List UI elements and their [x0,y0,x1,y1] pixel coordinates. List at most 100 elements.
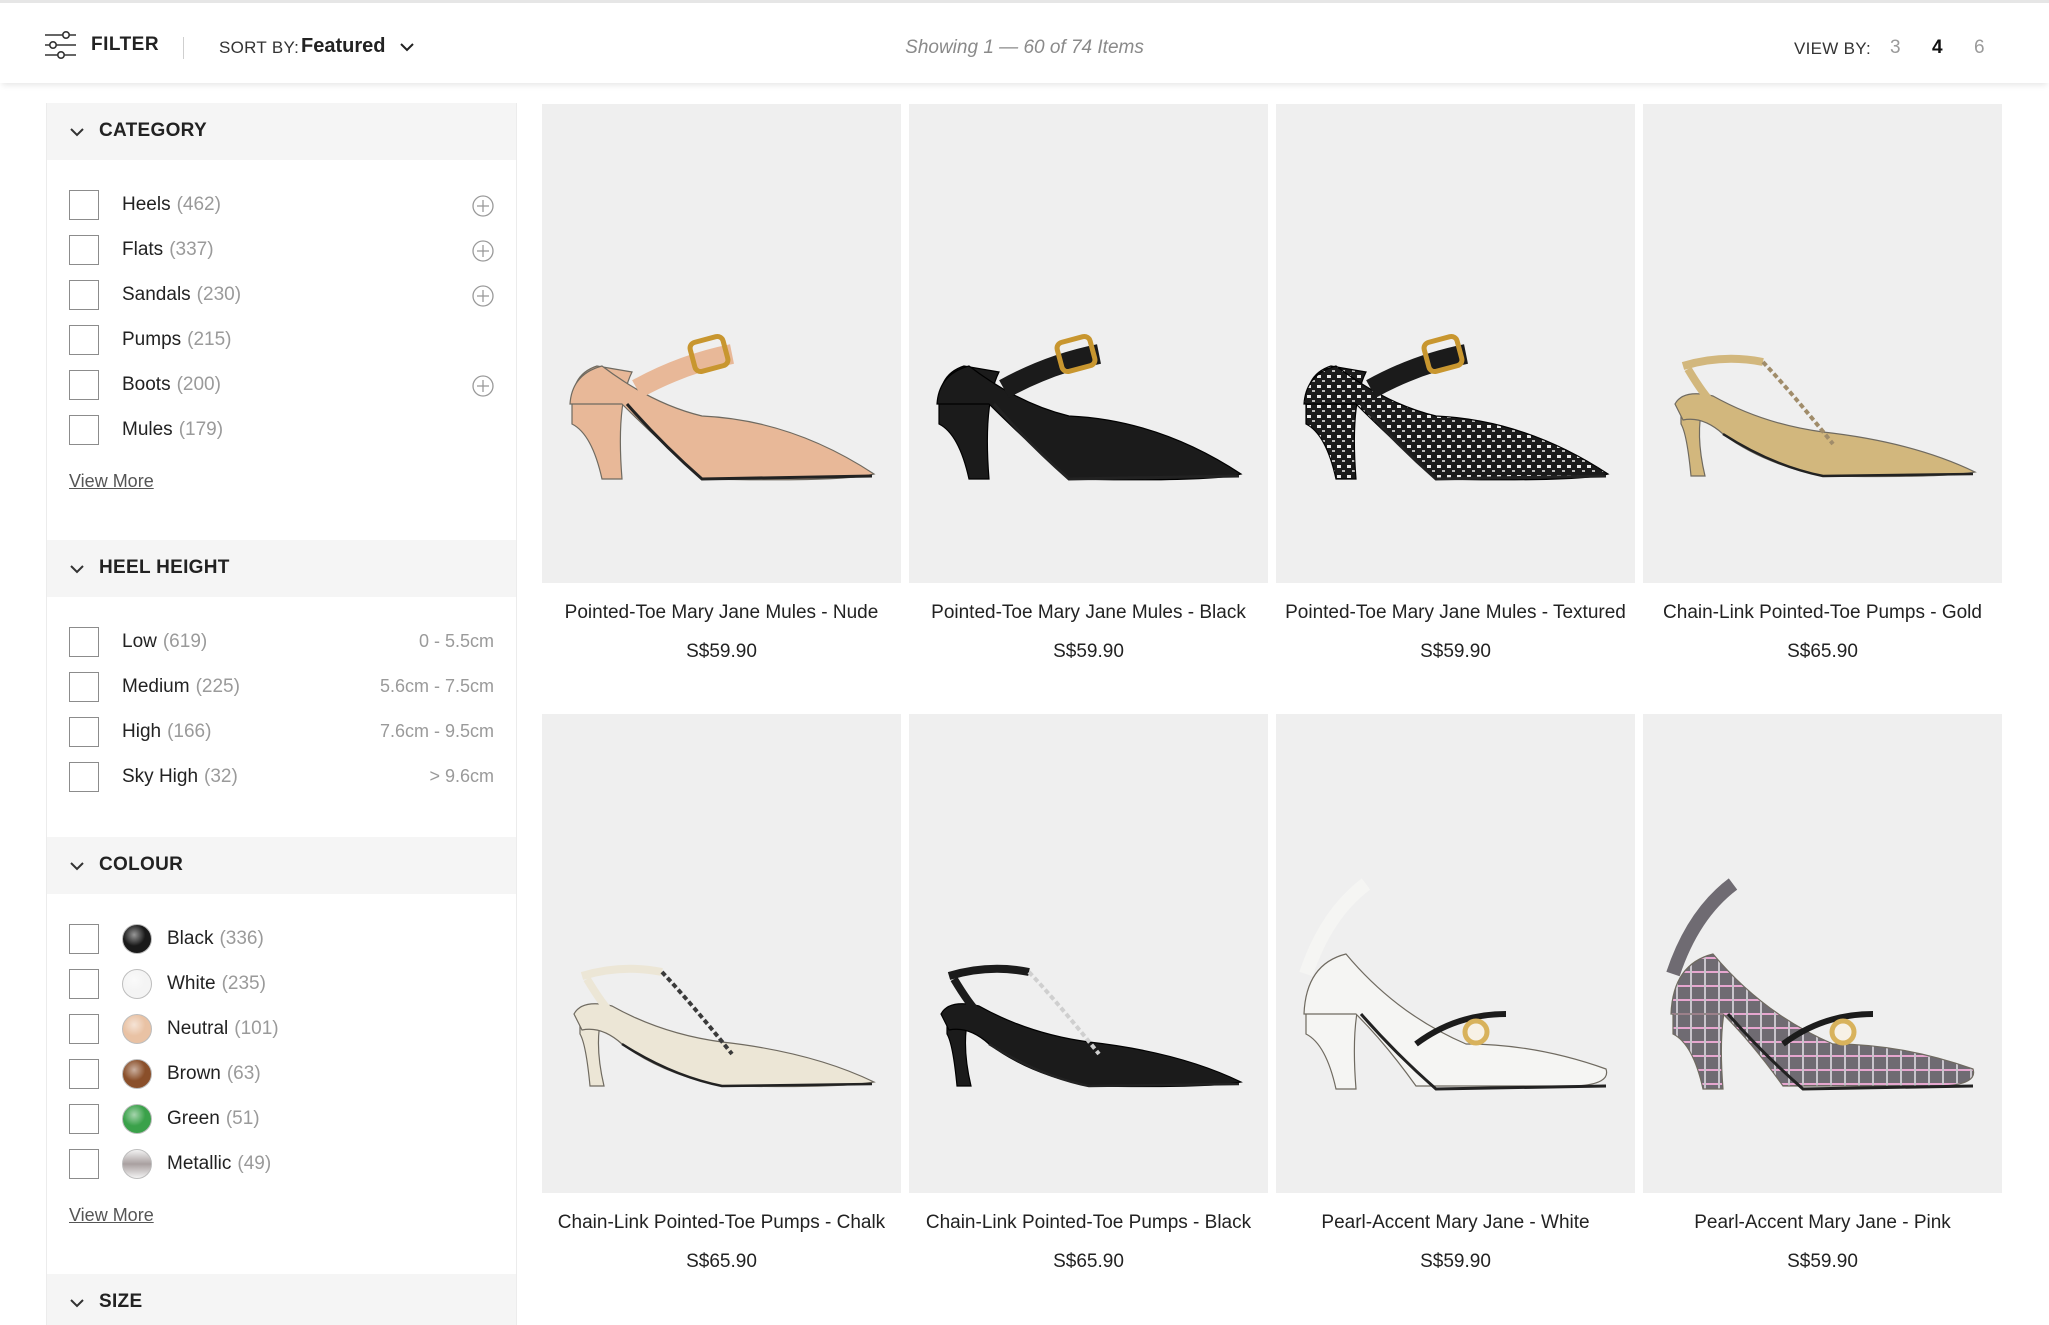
shoe-illustration [1299,878,1608,1091]
top-toolbar: FILTER SORT BY: Featured Showing 1 — 60 … [0,0,2049,83]
heel-option-sky-high: Sky High (32) > 9.6cm [47,761,516,793]
filter-sidebar: CATEGORY Heels (462) Flats (337) Sandals (2… [46,103,517,1325]
view-4-columns-button[interactable]: 4 [1932,37,1943,59]
colour-option-black: Black (336) [47,923,516,955]
product-price: S$65.90 [1787,641,1858,662]
ankle-strap [1681,354,1764,370]
product-image[interactable] [542,714,901,1193]
shoe-illustration [940,964,1243,1088]
heel-option-high: High (166) 7.6cm - 9.5cm [47,716,516,748]
view-by-label: VIEW BY: [1794,39,1872,58]
category-section-header[interactable]: CATEGORY [47,103,516,160]
shoe-illustration [936,333,1243,481]
checkbox[interactable] [69,717,99,747]
heel-height-section-header[interactable]: HEEL HEIGHT [47,540,516,597]
shoe-illustration [1303,333,1610,481]
option-label: Mules (179) [122,419,224,440]
checkbox[interactable] [69,969,99,999]
sort-dropdown[interactable]: Featured [301,35,415,58]
product-name[interactable]: Chain-Link Pointed-Toe Pumps - Black [909,1212,1268,1234]
option-label: Pumps (215) [122,329,232,350]
product-name[interactable]: Chain-Link Pointed-Toe Pumps - Gold [1643,602,2002,624]
filter-toggle-button[interactable]: FILTER [44,31,159,59]
checkbox[interactable] [69,1104,99,1134]
checkbox[interactable] [69,627,99,657]
expand-plus-icon[interactable] [472,375,494,397]
height-range: > 9.6cm [429,766,494,786]
category-view-more-link[interactable]: View More [69,471,154,492]
checkbox[interactable] [69,280,99,310]
option-label: Green (51) [167,1108,260,1129]
product-image[interactable] [1276,714,1635,1193]
product-image[interactable] [1276,104,1635,583]
product-name[interactable]: Chain-Link Pointed-Toe Pumps - Chalk [542,1212,901,1234]
sort-value: Featured [301,35,386,57]
product-price: S$59.90 [1420,1251,1491,1272]
option-label: Sandals (230) [122,284,242,305]
checkbox[interactable] [69,762,99,792]
checkbox[interactable] [69,415,99,445]
category-option-boots: Boots (200) [47,369,516,401]
expand-plus-icon[interactable] [472,240,494,262]
product-image[interactable] [1643,104,2002,583]
checkbox[interactable] [69,235,99,265]
product-price: S$59.90 [1787,1251,1858,1272]
colour-section-header[interactable]: COLOUR [47,837,516,894]
option-label: Low (619) [122,631,208,652]
colour-view-more-link[interactable]: View More [69,1205,154,1226]
colour-option-brown: Brown (63) [47,1058,516,1090]
product-name[interactable]: Pointed-Toe Mary Jane Mules - Nude [542,602,901,624]
colour-option-white: White (235) [47,968,516,1000]
option-label: High (166) [122,721,212,742]
chevron-down-icon [70,128,84,137]
shoe-strap [999,344,1101,398]
expand-plus-icon[interactable] [472,285,494,307]
checkbox[interactable] [69,370,99,400]
category-option-pumps: Pumps (215) [47,324,516,356]
heel-option-medium: Medium (225) 5.6cm - 7.5cm [47,671,516,703]
product-name[interactable]: Pearl-Accent Mary Jane - Pink [1643,1212,2002,1234]
heel-option-low: Low (619) 0 - 5.5cm [47,626,516,658]
checkbox[interactable] [69,190,99,220]
product-image[interactable] [542,104,901,583]
product-price: S$59.90 [686,641,757,662]
height-range: 5.6cm - 7.5cm [379,676,494,696]
checkbox[interactable] [69,1059,99,1089]
chevron-down-icon [70,862,84,871]
chevron-down-icon [70,565,84,574]
product-image[interactable] [1643,714,2002,1193]
checkbox[interactable] [69,924,99,954]
category-option-sandals: Sandals (230) [47,279,516,311]
option-label: Black (336) [167,928,264,949]
checkbox[interactable] [69,672,99,702]
view-6-columns-button[interactable]: 6 [1974,37,1985,59]
colour-option-metallic: Metallic (49) [47,1148,516,1180]
chevron-down-icon [70,1299,84,1308]
expand-plus-icon[interactable] [472,195,494,217]
product-name[interactable]: Pearl-Accent Mary Jane - White [1276,1212,1635,1234]
product-price: S$59.90 [1420,641,1491,662]
product-name[interactable]: Pointed-Toe Mary Jane Mules - Black [909,602,1268,624]
product-image[interactable] [909,714,1268,1193]
pearl-accent [1462,1018,1490,1046]
option-label: Neutral (101) [167,1018,279,1039]
checkbox[interactable] [69,1014,99,1044]
ankle-strap [580,964,663,980]
toolbar-divider [183,37,184,59]
shoe-strap [1366,344,1468,398]
category-title: CATEGORY [99,120,207,141]
checkbox[interactable] [69,325,99,355]
product-image[interactable] [909,104,1268,583]
product-name[interactable]: Pointed-Toe Mary Jane Mules - Textured [1276,602,1635,624]
colour-swatch [122,1059,152,1089]
category-option-heels: Heels (462) [47,189,516,221]
option-label: Metallic (49) [167,1153,272,1174]
option-label: Brown (63) [167,1063,261,1084]
category-option-flats: Flats (337) [47,234,516,266]
option-label: Sky High (32) [122,766,238,787]
checkbox[interactable] [69,1149,99,1179]
colour-swatch [122,1149,152,1179]
view-3-columns-button[interactable]: 3 [1890,37,1901,59]
size-section-header[interactable]: SIZE [47,1274,516,1325]
shoe-illustration [1674,354,1977,478]
